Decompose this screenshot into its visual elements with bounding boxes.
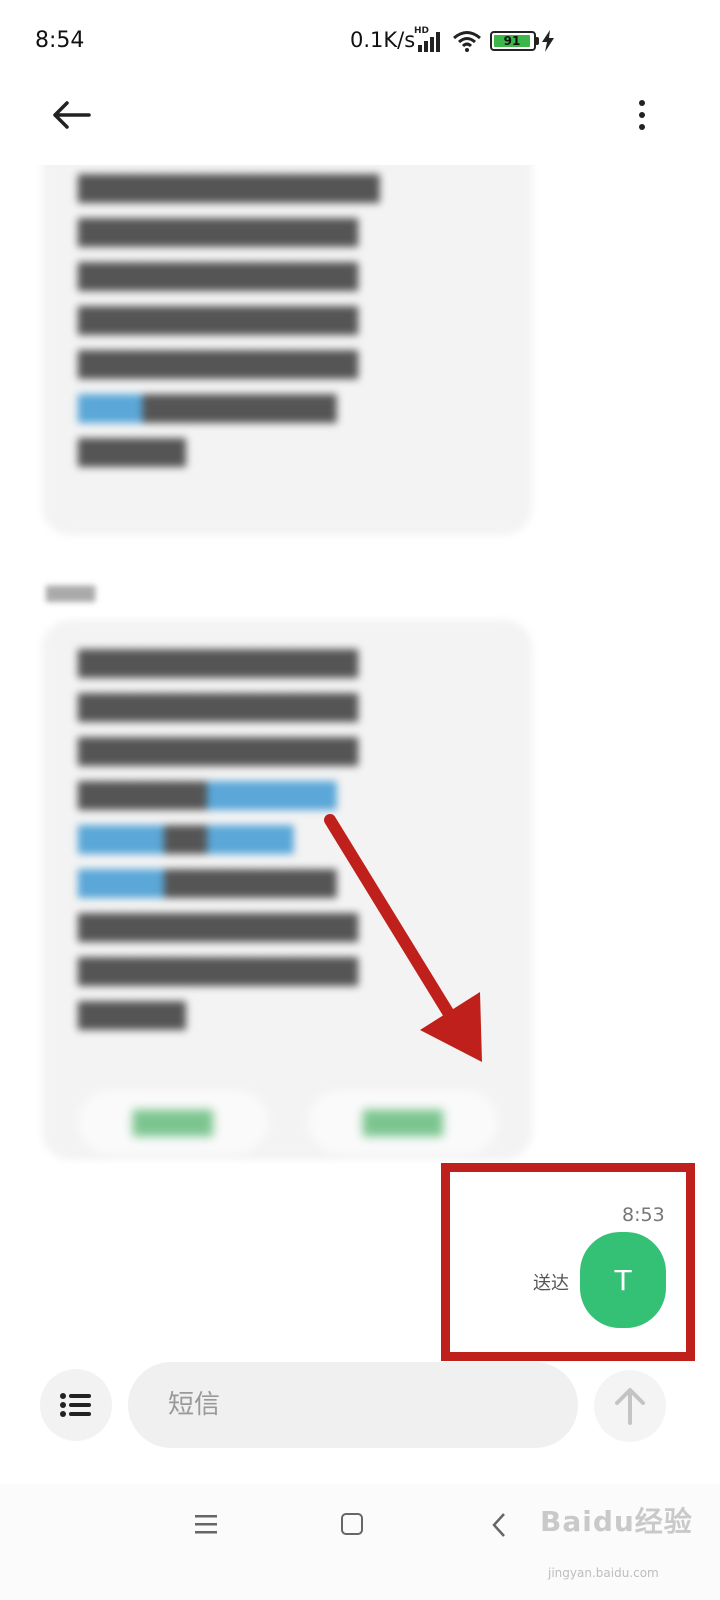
send-button[interactable]	[594, 1370, 666, 1442]
charging-bolt-icon	[542, 30, 554, 52]
battery-nub	[536, 37, 539, 45]
watermark-logo: Baidu经验	[540, 1505, 693, 1538]
blurred-timestamp: ▇▇▇▇	[46, 583, 96, 602]
send-arrow-icon	[615, 1388, 645, 1425]
message-menu-button[interactable]	[40, 1369, 112, 1441]
red-annotation-arrow	[324, 814, 482, 1062]
network-speed: 0.1K/s	[350, 28, 416, 52]
message-time: 8:53	[622, 1204, 665, 1226]
wifi-icon	[453, 31, 481, 52]
battery-icon: 91	[490, 31, 536, 51]
signal-icon	[418, 32, 440, 52]
status-time: 8:54	[35, 28, 85, 53]
sent-message-bubble[interactable]: T	[580, 1232, 666, 1328]
quick-reply-chip[interactable]: ▇▇▇▇	[78, 1090, 268, 1154]
received-message-bubble: ▇▇▇▇▇▇▇▇▇▇▇▇▇▇ ▇▇▇▇▇▇▇▇▇▇▇▇▇ ▇▇▇▇▇▇▇▇▇▇▇…	[42, 165, 532, 535]
quick-reply-chip[interactable]: ▇▇▇▇	[308, 1090, 498, 1154]
nav-back-icon[interactable]	[490, 1510, 510, 1540]
list-icon	[60, 1393, 91, 1417]
more-options-icon[interactable]	[624, 92, 660, 138]
status-bar: 8:54 0.1K/s HD 91	[0, 0, 720, 84]
home-icon[interactable]	[341, 1513, 363, 1535]
back-arrow-icon[interactable]	[46, 92, 96, 138]
delivery-status: 送达	[533, 1273, 569, 1294]
watermark-url: jingyan.baidu.com	[548, 1566, 659, 1580]
battery-level: 91	[494, 34, 530, 48]
sms-input[interactable]	[128, 1362, 578, 1448]
recent-apps-icon[interactable]	[193, 1513, 221, 1535]
